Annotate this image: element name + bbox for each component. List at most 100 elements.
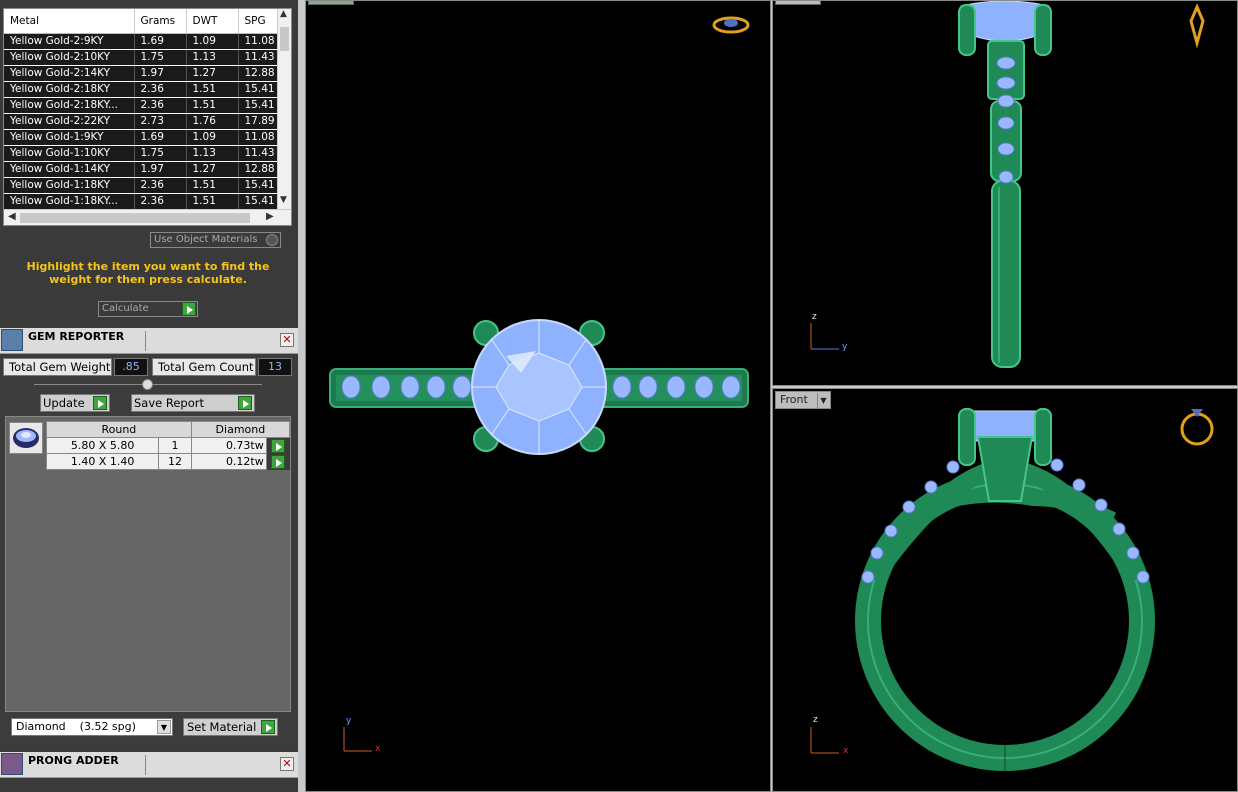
splitter-handle-icon[interactable] [142, 379, 153, 390]
prong-adder-icon [1, 753, 23, 775]
material-select[interactable]: Diamond (3.52 spg) ▼ [11, 718, 173, 736]
table-row[interactable]: Yellow Gold-2:22KY 2.73 1.76 17.89 [4, 113, 279, 130]
axis-label-y: y [346, 716, 352, 726]
axis-label-x: x [843, 746, 849, 756]
table-row[interactable]: Yellow Gold-2:9KY 1.69 1.09 11.08 [4, 33, 279, 50]
metal-spg: 15.41 [238, 97, 279, 114]
metal-grams: 1.97 [134, 161, 187, 178]
horizontal-scrollbar[interactable]: ◀ ▶ [4, 209, 291, 225]
calculate-button[interactable]: Calculate [98, 301, 198, 317]
column-header-grams[interactable]: Grams [134, 9, 187, 34]
gem-table: Round Diamond 5.80 X 5.80 1 0.73tw 1.40 … [45, 421, 291, 470]
update-button[interactable]: Update [40, 394, 110, 412]
table-row[interactable]: Yellow Gold-2:10KY 1.75 1.13 11.43 [4, 49, 279, 66]
gem-list: Round Diamond 5.80 X 5.80 1 0.73tw 1.40 … [5, 416, 291, 712]
metal-name: Yellow Gold-2:10KY [4, 49, 135, 66]
metal-spg: 17.89 [238, 113, 279, 130]
table-row[interactable]: Yellow Gold-1:18KY 2.36 1.51 15.41 [4, 177, 279, 194]
scroll-down-icon[interactable]: ▼ [280, 195, 287, 205]
table-header-row: Metal Grams DWT SPG [4, 9, 279, 34]
metal-spg: 15.41 [238, 193, 279, 210]
scroll-left-icon[interactable]: ◀ [8, 211, 16, 222]
total-gem-weight-label: Total Gem Weight [3, 358, 112, 376]
front-viewport[interactable]: Front ▼ z x [772, 388, 1238, 792]
gem-row[interactable]: 1.40 X 1.40 12 0.12tw [45, 453, 290, 470]
gem-select-button[interactable] [266, 437, 290, 454]
gem-weight: 0.12tw [190, 453, 267, 470]
set-material-button[interactable]: Set Material [183, 718, 278, 736]
scroll-right-icon[interactable]: ▶ [266, 211, 274, 222]
metal-spg: 11.43 [238, 145, 279, 162]
calculate-label: Calculate [102, 303, 149, 314]
round-diamond-icon [9, 422, 43, 454]
metal-grams: 1.97 [134, 65, 187, 82]
update-label: Update [43, 396, 85, 410]
prong-adder-header[interactable]: PRONG ADDER ✕ [0, 752, 298, 778]
column-header-dwt[interactable]: DWT [186, 9, 239, 34]
panel-title: GEM REPORTER [28, 330, 125, 343]
use-object-materials-label: Use Object Materials [154, 234, 258, 245]
metal-dwt: 1.09 [186, 129, 239, 146]
gem-row[interactable]: 5.80 X 5.80 1 0.73tw [45, 437, 290, 454]
play-arrow-icon [261, 720, 275, 734]
table-row[interactable]: Yellow Gold-2:18KY... 2.36 1.51 15.41 [4, 97, 279, 114]
table-row[interactable]: Yellow Gold-1:14KY 1.97 1.27 12.88 [4, 161, 279, 178]
metal-name: Yellow Gold-2:18KY... [4, 97, 135, 114]
column-header-spg[interactable]: SPG [238, 9, 279, 34]
play-arrow-icon [238, 396, 252, 410]
metal-grams: 2.36 [134, 193, 187, 210]
gem-reporter-header: GEM REPORTER ✕ [0, 328, 298, 354]
table-row[interactable]: Yellow Gold-2:18KY 2.36 1.51 15.41 [4, 81, 279, 98]
metal-spg: 11.08 [238, 129, 279, 146]
scroll-thumb[interactable] [20, 213, 250, 223]
axis-label-z: z [813, 715, 818, 725]
axis-label-x: x [375, 744, 381, 754]
ring-top-view [329, 16, 750, 752]
ring-front-view [810, 408, 1214, 771]
save-report-button[interactable]: Save Report [131, 394, 255, 412]
column-header-metal[interactable]: Metal [4, 9, 135, 34]
close-icon[interactable]: ✕ [280, 757, 294, 771]
metal-name: Yellow Gold-2:22KY [4, 113, 135, 130]
toggle-icon [266, 234, 278, 246]
instruction-text: Highlight the item you want to find the … [26, 260, 270, 286]
gem-reporter-icon [1, 329, 23, 351]
metal-grams: 1.75 [134, 49, 187, 66]
metal-spg: 12.88 [238, 65, 279, 82]
table-row[interactable]: Yellow Gold-1:9KY 1.69 1.09 11.08 [4, 129, 279, 146]
total-gem-count-label: Total Gem Count [152, 358, 256, 376]
metal-dwt: 1.51 [186, 81, 239, 98]
metal-spg: 12.88 [238, 161, 279, 178]
chevron-down-icon[interactable]: ▼ [157, 720, 171, 734]
use-object-materials-toggle[interactable]: Use Object Materials [150, 232, 281, 248]
table-row[interactable]: Yellow Gold-1:18KY... 2.36 1.51 15.41 [4, 193, 279, 210]
metal-grams: 1.69 [134, 33, 187, 50]
scroll-up-icon[interactable]: ▲ [280, 9, 287, 19]
metal-spg: 11.43 [238, 49, 279, 66]
right-viewport[interactable]: z y [772, 0, 1238, 386]
metal-name: Yellow Gold-1:14KY [4, 161, 135, 178]
metal-dwt: 1.13 [186, 49, 239, 66]
gem-select-button[interactable] [266, 453, 290, 470]
top-viewport[interactable]: y x [305, 0, 771, 792]
metal-dwt: 1.51 [186, 193, 239, 210]
metal-dwt: 1.76 [186, 113, 239, 130]
metal-dwt: 1.27 [186, 65, 239, 82]
gem-size: 5.80 X 5.80 [45, 437, 160, 454]
scroll-thumb[interactable] [280, 27, 289, 51]
gem-size: 1.40 X 1.40 [45, 453, 160, 470]
table-row[interactable]: Yellow Gold-2:14KY 1.97 1.27 12.88 [4, 65, 279, 82]
gem-material-header: Diamond [190, 421, 291, 438]
metal-name: Yellow Gold-2:9KY [4, 33, 135, 50]
table-row[interactable]: Yellow Gold-1:10KY 1.75 1.13 11.43 [4, 145, 279, 162]
total-gem-count-value: 13 [258, 358, 292, 376]
metal-grams: 2.36 [134, 97, 187, 114]
play-arrow-icon [271, 454, 286, 469]
vertical-scrollbar[interactable]: ▲ ▼ [277, 9, 291, 209]
close-icon[interactable]: ✕ [280, 333, 294, 347]
axis-label-y: y [842, 342, 848, 352]
gem-count: 12 [158, 453, 192, 470]
header-divider [145, 755, 146, 775]
metal-dwt: 1.51 [186, 97, 239, 114]
gem-reporter-panel: GEM REPORTER ✕ Total Gem Weight .85 Tota… [0, 328, 298, 750]
